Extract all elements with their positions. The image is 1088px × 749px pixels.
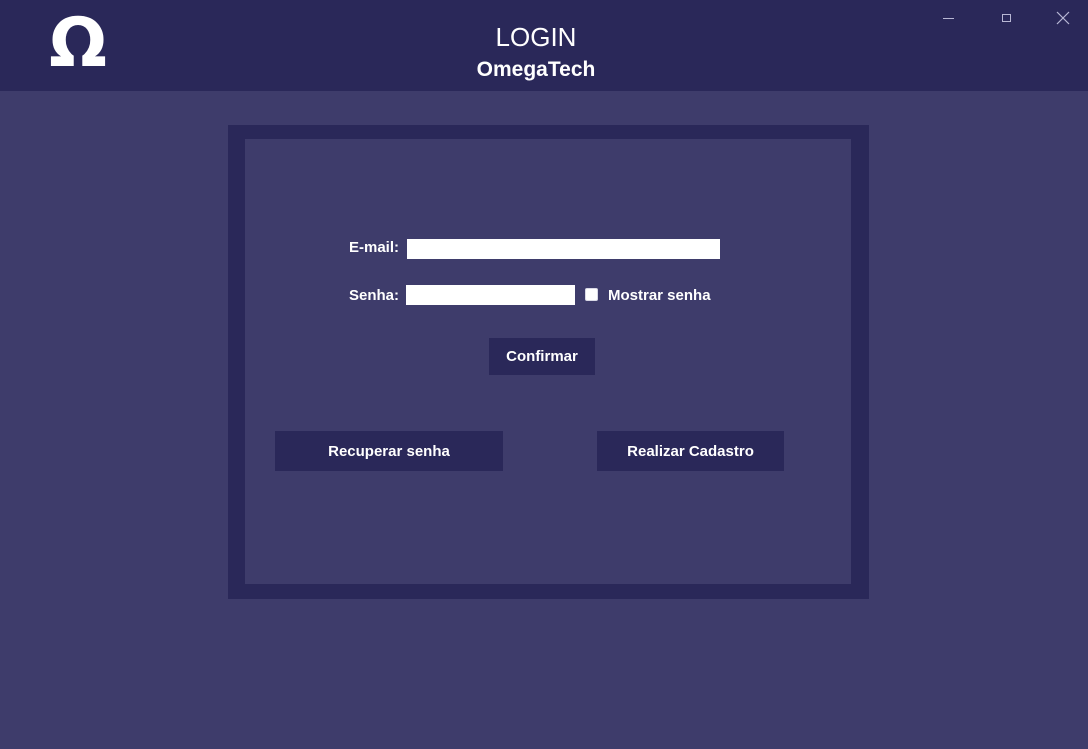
email-input[interactable] [407,239,720,259]
minimize-button[interactable] [933,6,963,30]
email-label: E-mail: [349,239,400,256]
login-form-panel: E-mail: Senha: Mostrar senha Confirmar R… [245,139,851,584]
minimize-icon [942,17,954,19]
app-name: OmegaTech [476,58,596,81]
header-bar: Ω LOGIN OmegaTech [0,0,1088,91]
omega-logo-icon: Ω [49,4,107,83]
password-input[interactable] [406,285,575,305]
maximize-button[interactable] [991,6,1021,30]
login-card-frame: E-mail: Senha: Mostrar senha Confirmar R… [228,125,869,599]
register-button[interactable]: Realizar Cadastro [597,431,784,471]
close-button[interactable] [1048,6,1078,30]
show-password-label[interactable]: Mostrar senha [608,286,711,306]
page-title: LOGIN [495,22,577,52]
password-label: Senha: [349,287,400,304]
maximize-icon [1001,14,1011,22]
recover-password-button[interactable]: Recuperar senha [275,431,503,471]
close-icon [1056,11,1070,25]
show-password-checkbox[interactable] [585,288,598,301]
confirm-button[interactable]: Confirmar [489,338,595,375]
